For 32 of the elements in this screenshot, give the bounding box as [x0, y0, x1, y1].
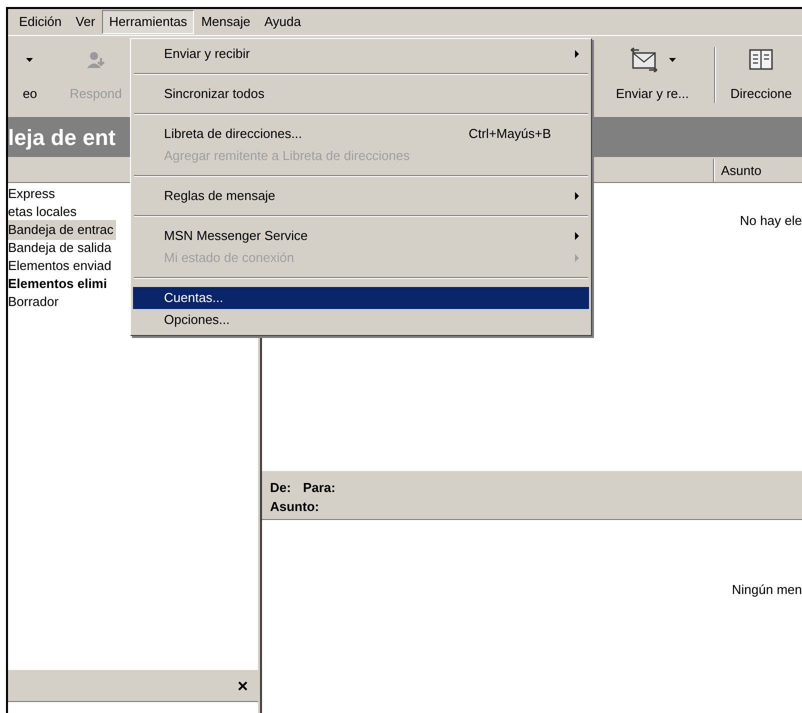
empty-preview-text: Ningún men [732, 581, 802, 596]
menu-bar-item[interactable]: Ver [68, 10, 102, 34]
toolbar-button[interactable]: eo [8, 42, 52, 108]
book-icon [748, 48, 774, 72]
folder-item[interactable]: Elementos enviad [8, 256, 114, 276]
empty-list-text: No hay ele [740, 212, 802, 227]
to-label: Para: [302, 478, 336, 496]
menu-bar-item[interactable]: Mensaje [194, 10, 258, 34]
menu-item[interactable]: Libreta de direcciones... Ctrl+Mayús+B [133, 123, 589, 145]
folder-item[interactable]: Bandeja de salida [8, 238, 114, 258]
menu-item[interactable]: Reglas de mensaje [133, 185, 589, 207]
from-label: De: [270, 478, 291, 496]
person-arrow-icon [84, 50, 107, 70]
folder-item[interactable]: Elementos elimi [8, 274, 109, 294]
menu-item[interactable]: MSN Messenger Service [133, 225, 589, 247]
toolbar-button[interactable]: Direccione [720, 42, 802, 108]
toolbar-button[interactable]: Enviar y re... [594, 42, 710, 108]
folder-item[interactable]: Borrador [8, 292, 61, 312]
menu-item[interactable]: Enviar y recibir [133, 43, 589, 65]
close-button[interactable]: × [237, 676, 248, 694]
folder-item[interactable]: etas locales [8, 202, 79, 222]
menu-bar-item[interactable]: Ayuda [257, 10, 308, 34]
menu-bar-item[interactable]: Herramientas [102, 10, 194, 34]
menu-item[interactable]: Opciones... [133, 309, 589, 331]
menu-item[interactable]: Sincronizar todos [133, 83, 589, 105]
envelope-arrows-icon [628, 47, 659, 73]
folder-item[interactable]: Express [8, 184, 57, 204]
menu-bar-item[interactable]: Edición [12, 10, 69, 34]
menu-item[interactable]: Cuentas... [133, 287, 589, 309]
subject-label: Asunto: [270, 498, 320, 516]
folder-item[interactable]: Bandeja de entrac [8, 220, 116, 240]
column-header[interactable]: Asunto [714, 159, 802, 182]
